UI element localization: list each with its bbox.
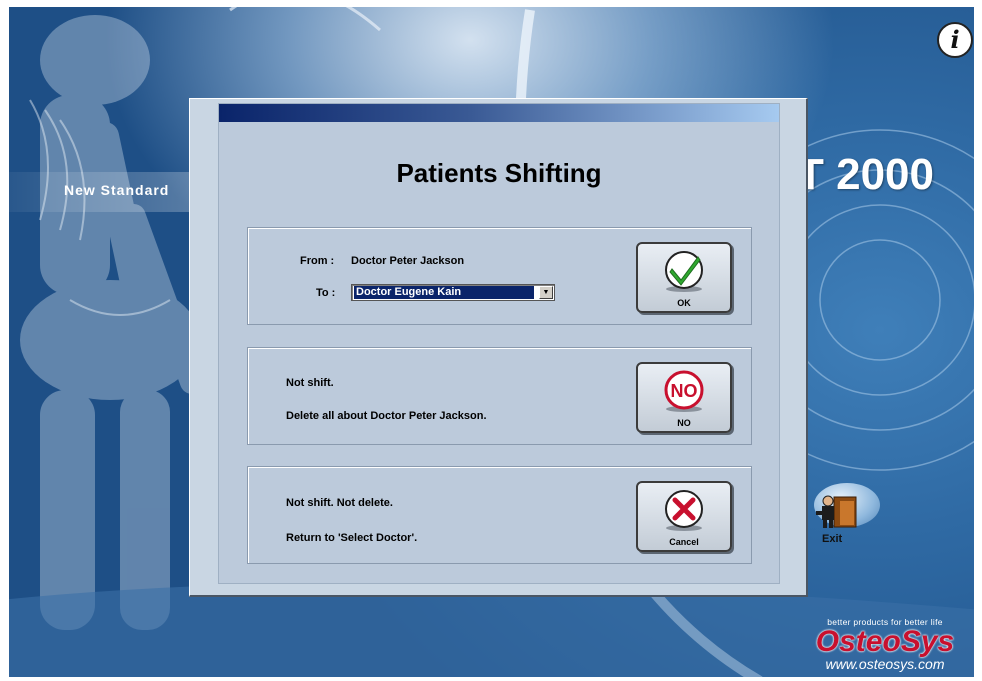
dialog-title-bar[interactable] xyxy=(219,104,779,122)
product-title: T 2000 xyxy=(797,150,934,199)
brand-name-prefix: Osteo xyxy=(815,625,901,658)
cancel-label: Cancel xyxy=(669,537,699,547)
cancel-line-1: Not shift. Not delete. xyxy=(286,497,393,509)
window-top-border xyxy=(0,0,982,7)
to-doctor-selected: Doctor Eugene Kain xyxy=(354,286,534,299)
cancel-line-2: Return to 'Select Doctor'. xyxy=(286,532,418,544)
dialog-panel: Patients Shifting From : Doctor Peter Ja… xyxy=(218,103,780,584)
from-label: From : xyxy=(300,255,335,267)
info-icon: i xyxy=(950,25,960,54)
no-group: Not shift. Delete all about Doctor Peter… xyxy=(247,347,752,445)
shift-group: From : Doctor Peter Jackson To : Doctor … xyxy=(247,227,752,325)
no-icon-text: NO xyxy=(671,381,698,401)
cancel-button[interactable]: Cancel xyxy=(636,481,732,552)
window-bottom-border xyxy=(0,677,982,681)
chevron-down-icon[interactable]: ▼ xyxy=(539,286,553,299)
no-line-1: Not shift. xyxy=(286,377,334,389)
no-button[interactable]: NO NO xyxy=(636,362,732,433)
from-doctor: Doctor Peter Jackson xyxy=(351,255,465,267)
brand-name-suffix: Sys xyxy=(900,625,955,658)
exit-button[interactable]: Exit xyxy=(808,483,880,545)
checkmark-icon xyxy=(665,251,703,292)
window-right-border xyxy=(974,0,982,681)
cancel-group: Not shift. Not delete. Return to 'Select… xyxy=(247,466,752,564)
brand-url: www.osteosys.com xyxy=(825,656,945,672)
window-left-border xyxy=(0,0,9,681)
exit-label: Exit xyxy=(822,533,843,545)
patients-shifting-dialog: Patients Shifting From : Doctor Peter Ja… xyxy=(189,98,808,597)
to-doctor-select[interactable]: Doctor Eugene Kain ▼ xyxy=(351,284,555,301)
app-tagline: New Standard xyxy=(64,182,170,198)
brand-name: OsteoSys xyxy=(800,627,970,657)
to-label: To : xyxy=(316,287,336,299)
exit-door-icon xyxy=(816,495,857,528)
info-button[interactable]: i xyxy=(937,22,973,58)
ok-label: OK xyxy=(677,298,691,308)
no-line-2: Delete all about Doctor Peter Jackson. xyxy=(286,410,487,422)
no-sign-icon: NO xyxy=(664,370,704,412)
ok-button[interactable]: OK xyxy=(636,242,732,313)
brand-logo: better products for better life OsteoSys… xyxy=(800,617,970,671)
x-icon xyxy=(665,490,703,531)
no-label: NO xyxy=(677,418,691,428)
dialog-title: Patients Shifting xyxy=(396,158,602,188)
